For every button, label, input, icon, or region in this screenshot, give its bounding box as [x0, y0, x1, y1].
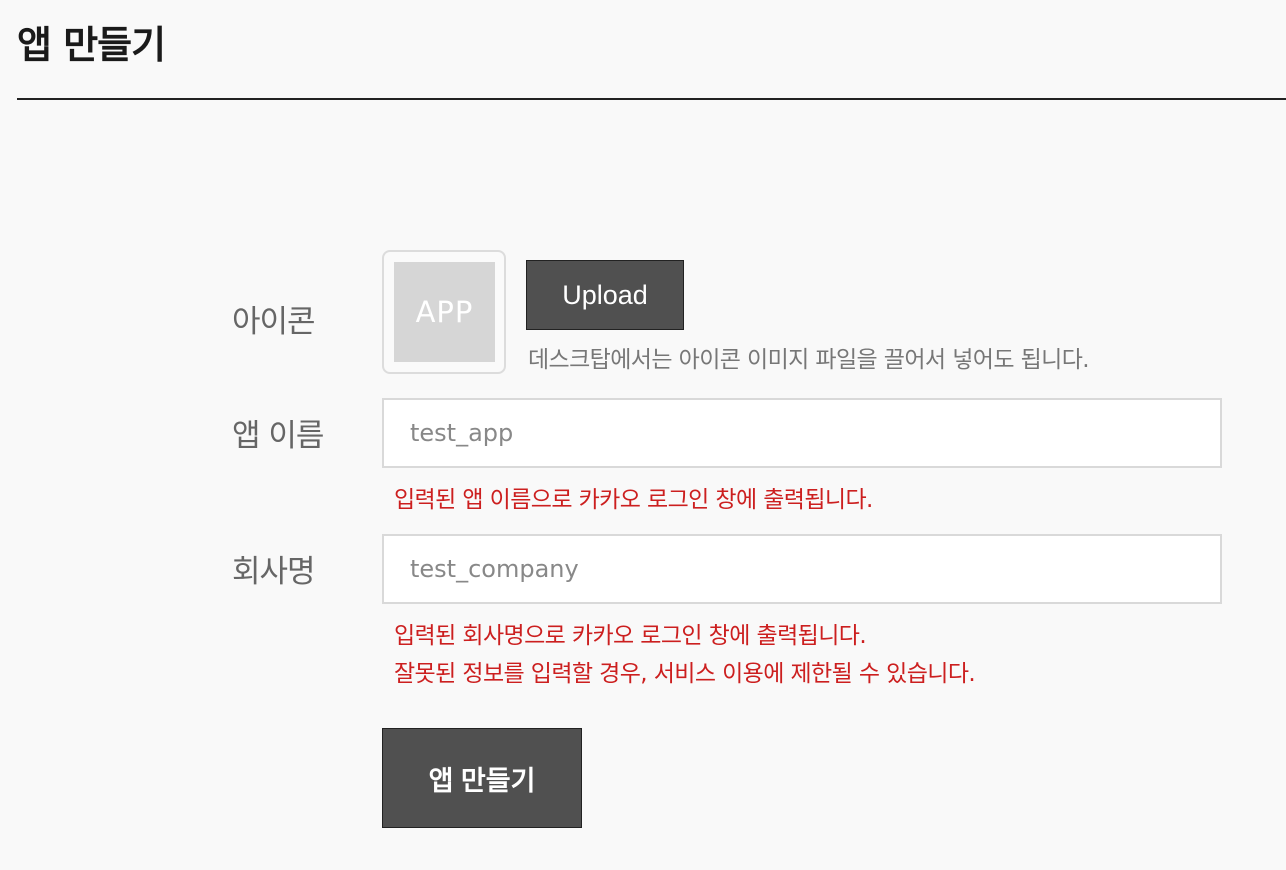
app-name-hint: 입력된 앱 이름으로 카카오 로그인 창에 출력됩니다. — [394, 487, 873, 513]
app-name-label: 앱 이름 — [232, 418, 324, 454]
company-hint: 입력된 회사명으로 카카오 로그인 창에 출력됩니다. — [394, 623, 867, 649]
upload-button[interactable]: Upload — [526, 260, 684, 330]
icon-hint: 데스크탑에서는 아이콘 이미지 파일을 끌어서 넣어도 됩니다. — [528, 347, 1090, 373]
icon-dropzone[interactable]: APP — [382, 250, 506, 374]
company-input[interactable] — [382, 534, 1222, 604]
company-warning: 잘못된 정보를 입력할 경우, 서비스 이용에 제한될 수 있습니다. — [394, 661, 976, 687]
company-label: 회사명 — [232, 554, 316, 590]
title-divider — [17, 98, 1286, 100]
app-icon-placeholder: APP — [394, 262, 495, 362]
app-name-input[interactable] — [382, 398, 1222, 468]
page-title: 앱 만들기 — [17, 23, 166, 67]
create-app-page: 앱 만들기 아이콘 APP Upload 데스크탑에서는 아이콘 이미지 파일을… — [0, 0, 1286, 870]
create-app-button[interactable]: 앱 만들기 — [382, 728, 582, 828]
icon-label: 아이콘 — [232, 304, 316, 340]
